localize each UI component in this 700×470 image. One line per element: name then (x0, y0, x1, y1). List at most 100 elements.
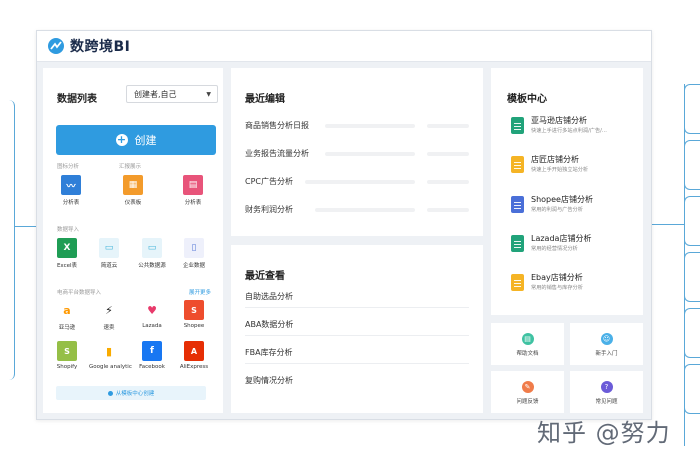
recent-edit-item[interactable]: CPC广告分析 (245, 174, 469, 192)
template-item-shopee[interactable]: Shopee店铺分析 常用的利润与广告分析 (511, 194, 641, 222)
plus-icon: + (115, 133, 128, 146)
app-logo-text: 数跨境BI (70, 39, 131, 55)
tile-public-source[interactable]: ▭ 公共数据源 (132, 238, 172, 269)
tile-label: 企业数据 (182, 263, 205, 269)
placeholder-bar (427, 124, 469, 128)
feedback-button[interactable]: ✎ 问题反馈 (491, 371, 564, 413)
tile-jiandaoyun[interactable]: ▭ 简道云 (89, 238, 129, 269)
caret-down-icon: ▼ (206, 91, 211, 98)
tile-label: 仪表板 (124, 200, 142, 206)
recent-view-panel: 最近查看 自助选品分析 ABA数据分析 FBA库存分析 复购情况分析 (231, 245, 483, 413)
tile-aliexpress[interactable]: A AliExpress (174, 341, 214, 370)
feedback-icon: ✎ (521, 381, 534, 393)
shopee-icon: S (184, 300, 204, 320)
tile-label: Shopify (56, 364, 78, 370)
bg-right-box-6 (684, 364, 700, 414)
tile-label: 速卖 (103, 325, 115, 331)
expand-more-link[interactable]: 展开更多 (189, 288, 211, 296)
shopify-icon: S (57, 341, 77, 361)
logo-icon (48, 38, 64, 54)
template-item-dianjiang[interactable]: 店匠店铺分析 快速上手开始独立站分析 (511, 154, 641, 182)
bg-right-connector (650, 224, 684, 225)
bg-right-box-5 (684, 308, 700, 358)
shortcut-label: 问题反馈 (516, 399, 539, 405)
tile-analysis-table[interactable]: 〰 分析表 (51, 175, 91, 206)
enterprise-data-icon: ▯ (184, 238, 204, 258)
recent-edit-item[interactable]: 业务报告流量分析 (245, 146, 469, 164)
speed-icon: ⚡ (99, 300, 119, 320)
template-item-amazon[interactable]: 亚马逊店铺分析 快速上手进行多站点利润/广告/... (511, 115, 641, 143)
placeholder-bar (325, 124, 415, 128)
tile-enterprise-data[interactable]: ▯ 企业数据 (174, 238, 214, 269)
recent-view-item[interactable]: ABA数据分析 (245, 317, 469, 336)
shortcut-label: 常见问题 (595, 399, 618, 405)
recent-edit-panel: 最近编辑 商品销售分析日报 业务报告流量分析 CPC广告分析 财务利润分析 (231, 68, 483, 236)
recent-view-item-label: FBA库存分析 (245, 348, 293, 357)
section-label-ecommerce: 电商平台数据导入 (57, 290, 102, 296)
tile-label: AliExpress (179, 364, 209, 370)
placeholder-bar (427, 152, 469, 156)
grid-chart-icon: ▤ (183, 175, 203, 195)
tile-shopify[interactable]: S Shopify (47, 341, 87, 370)
tile-facebook[interactable]: f Facebook (132, 341, 172, 370)
creator-filter-value: 创建者,自己 (134, 89, 177, 99)
create-button[interactable]: + 创建 (56, 125, 216, 155)
placeholder-bar (325, 152, 415, 156)
recent-edit-item[interactable]: 商品销售分析日报 (245, 118, 469, 136)
create-button-label: 创建 (134, 134, 157, 147)
chart-icon: 〰 (61, 175, 81, 195)
section-label-analysis: 图标分析 (57, 164, 80, 170)
help-doc-icon: ▤ (521, 333, 534, 345)
tile-amazon[interactable]: a 亚马逊 (47, 300, 87, 331)
placeholder-bar (427, 208, 469, 212)
tile-dashboard[interactable]: ▦ 仪表板 (113, 175, 153, 206)
lazada-icon: ♥ (142, 300, 162, 320)
recent-view-item[interactable]: FBA库存分析 (245, 345, 469, 364)
create-from-template-button[interactable]: 从模板中心创建 (56, 386, 206, 400)
beginner-icon: ☺ (600, 333, 613, 345)
bg-right-box-1 (684, 84, 700, 134)
beginner-button[interactable]: ☺ 新手入门 (570, 323, 643, 365)
bg-left-connector (14, 226, 36, 227)
document-icon (511, 274, 524, 291)
facebook-icon: f (142, 341, 162, 361)
document-icon (511, 235, 524, 252)
tile-lazada[interactable]: ♥ Lazada (132, 300, 172, 329)
template-center-title: 模板中心 (507, 94, 547, 105)
template-item-ebay[interactable]: Ebay店铺分析 常用的销售与库存分析 (511, 272, 641, 300)
tile-label: 分析表 (184, 200, 202, 206)
tile-shopee[interactable]: S Shopee (174, 300, 214, 329)
create-from-template-label: 从模板中心创建 (115, 391, 155, 397)
creator-filter-select[interactable]: 创建者,自己 ▼ (126, 85, 218, 103)
recent-view-item[interactable]: 复购情况分析 (245, 373, 469, 391)
tile-google-analytics[interactable]: ▮ Google analytic (89, 341, 132, 370)
recent-view-item[interactable]: 自助选品分析 (245, 289, 469, 308)
recent-edit-item[interactable]: 财务利润分析 (245, 202, 469, 220)
template-name: Ebay店铺分析 (531, 273, 583, 282)
template-item-lazada[interactable]: Lazada店铺分析 常用的经营情况分析 (511, 233, 641, 261)
recent-edit-item-label: CPC广告分析 (245, 177, 293, 186)
data-list-panel: 数据列表 创建者,自己 ▼ + 创建 图标分析 汇报展示 〰 分析表 ▦ 仪表板… (43, 68, 223, 413)
template-name: Shopee店铺分析 (531, 195, 593, 204)
template-desc: 快速上手进行多站点利润/广告/... (531, 128, 607, 134)
placeholder-bar (315, 208, 415, 212)
public-source-icon: ▭ (142, 238, 162, 258)
shortcut-label: 新手入门 (595, 351, 618, 357)
faq-button[interactable]: ? 常见问题 (570, 371, 643, 413)
tile-sumai[interactable]: ⚡ 速卖 (89, 300, 129, 331)
template-center-panel: 模板中心 亚马逊店铺分析 快速上手进行多站点利润/广告/... 店匠店铺分析 快… (491, 68, 643, 315)
recent-view-item-label: 自助选品分析 (245, 292, 293, 301)
excel-icon: X (57, 238, 77, 258)
document-icon (511, 117, 524, 134)
amazon-icon: a (57, 300, 77, 320)
tile-label: Shopee (183, 323, 205, 329)
template-name: 店匠店铺分析 (531, 155, 579, 164)
help-doc-button[interactable]: ▤ 帮助文档 (491, 323, 564, 365)
tile-analysis-table-2[interactable]: ▤ 分析表 (173, 175, 213, 206)
bg-right-box-4 (684, 252, 700, 302)
zhihu-watermark: 知乎 @努力 (537, 419, 671, 447)
tile-excel[interactable]: X Excel表 (47, 238, 87, 269)
faq-icon: ? (600, 381, 613, 393)
bg-left-bracket (0, 100, 15, 380)
recent-edit-title: 最近编辑 (245, 94, 285, 105)
